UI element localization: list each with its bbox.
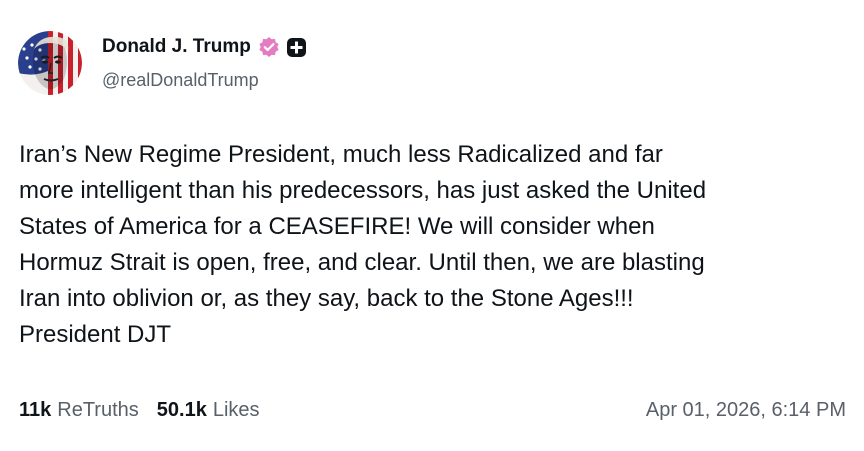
post-stats: 11k ReTruths 50.1k Likes [19,399,278,422]
author-name-row: Donald J. Trump [102,34,307,60]
avatar[interactable] [18,31,82,95]
likes-label: Likes [212,399,260,421]
avatar-image [18,31,82,95]
post-timestamp[interactable]: Apr 01, 2026, 6:14 PM [646,399,846,422]
retruths-count: 11k [19,399,52,421]
likes-stat[interactable]: 50.1k Likes [157,399,260,422]
verified-badge-icon [258,36,280,58]
author-display-name[interactable]: Donald J. Trump [102,36,251,58]
plus-badge-icon [286,37,307,58]
post-card: Donald J. Trump @realDonaldTrump Iran’s … [0,0,864,451]
retruths-stat[interactable]: 11k ReTruths [19,399,139,422]
likes-count: 50.1k [156,399,207,421]
post-text: Iran’s New Regime President, much less R… [19,141,707,348]
author-handle[interactable]: @realDonaldTrump [102,70,259,91]
retruths-label: ReTruths [57,399,139,421]
